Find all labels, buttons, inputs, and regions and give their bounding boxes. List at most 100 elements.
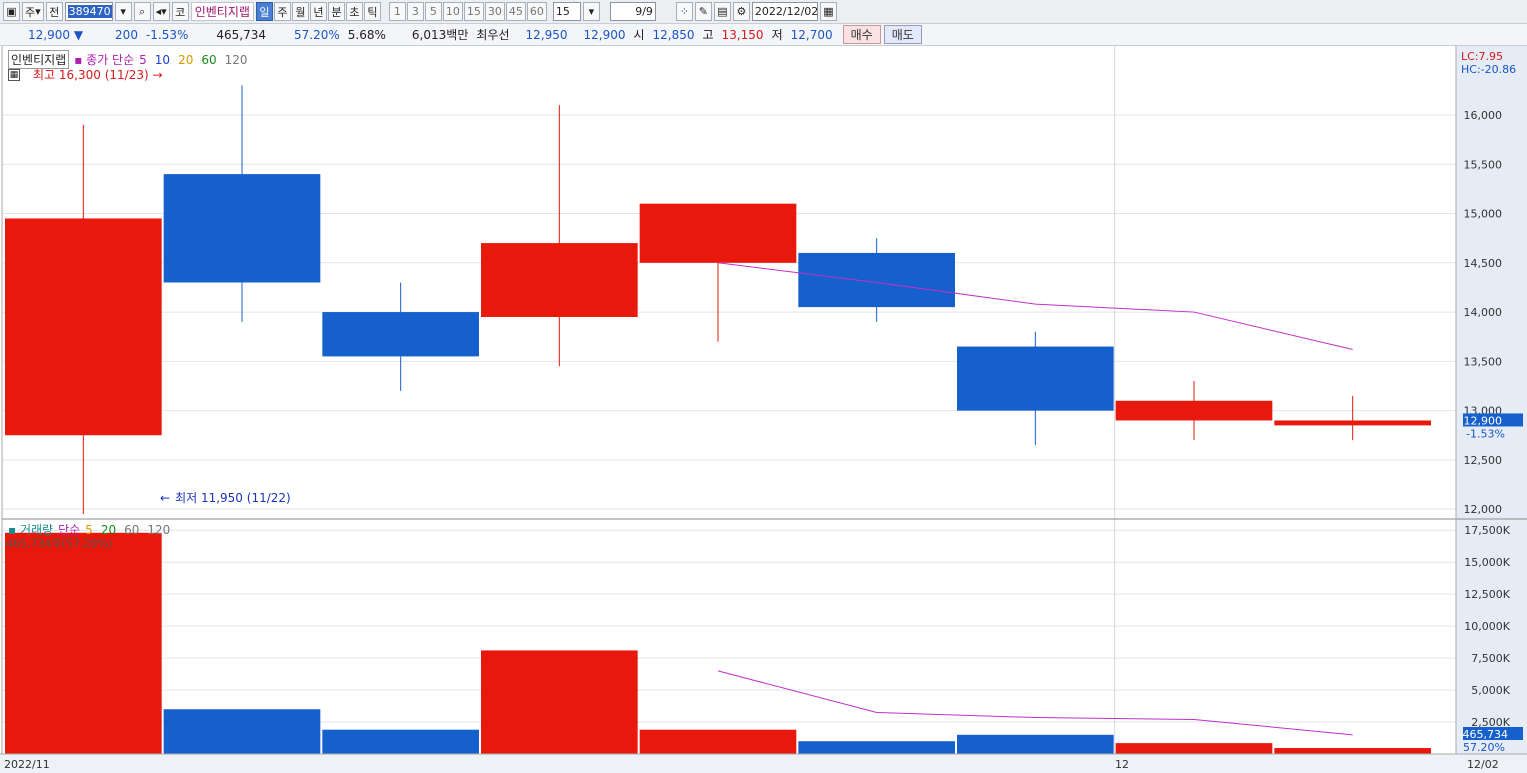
high-label: 고 — [702, 28, 714, 42]
unit-1[interactable]: 1 — [388, 2, 406, 21]
high-note: 최고 16,300 (11/23) → — [33, 68, 163, 82]
current-volume-label: 465,734 — [1463, 728, 1509, 741]
volume-bar — [639, 729, 797, 754]
gear-icon[interactable]: ⚙ — [732, 2, 750, 21]
vma-period-120[interactable]: 120 — [147, 523, 170, 537]
unit-45[interactable]: 45 — [505, 2, 526, 21]
candle-body — [322, 312, 479, 357]
chart-area[interactable]: 16,00015,50015,00014,50014,00013,50013,0… — [0, 46, 1527, 773]
table-icon[interactable]: ▦ — [8, 68, 20, 81]
price-tick-label: 13,500 — [1464, 355, 1503, 368]
minute-units: 1 3 5 10 15 30 45 60 — [388, 2, 547, 21]
stock-name: 인벤티지랩 — [190, 2, 254, 21]
code-dropdown-icon[interactable]: ▾ — [114, 2, 132, 21]
volume-ratio: 57.20% — [294, 27, 340, 42]
low-value: 12,700 — [790, 27, 833, 42]
vma-period-60[interactable]: 60 — [124, 523, 139, 537]
change-pct: -1.53% — [145, 27, 189, 42]
open-label: 시 — [633, 28, 645, 42]
current-price-label: 12,900 — [1464, 414, 1503, 427]
unit-dropdown-icon[interactable]: ▾ — [582, 2, 600, 21]
price-value: 12,900 — [28, 27, 70, 42]
search-icon[interactable]: ⌕ — [133, 2, 151, 21]
unit-10[interactable]: 10 — [442, 2, 463, 21]
unit-3[interactable]: 3 — [406, 2, 424, 21]
volume-bar — [5, 532, 162, 754]
code-input[interactable]: 389470 — [64, 2, 113, 21]
tab-1[interactable]: 주 — [273, 2, 291, 21]
pma-period-20[interactable]: 20 — [178, 53, 193, 67]
tab-6[interactable]: 틱 — [363, 2, 381, 21]
volume-tick-label: 7,500K — [1471, 652, 1510, 665]
crosshair-icon[interactable]: ⁘ — [675, 2, 693, 21]
volume-bar — [163, 709, 321, 754]
current-pct-label: -1.53% — [1466, 427, 1505, 440]
unit-value: 15 — [555, 5, 570, 18]
code-value: 389470 — [67, 5, 112, 18]
unit-30[interactable]: 30 — [484, 2, 505, 21]
high-value: 13,150 — [721, 27, 764, 42]
candle-body — [639, 203, 797, 263]
pma-period-10[interactable]: 10 — [155, 53, 170, 67]
candle-body — [5, 218, 162, 436]
tab-2[interactable]: 월 — [291, 2, 309, 21]
pma-period-60[interactable]: 60 — [201, 53, 216, 67]
chart-background — [0, 46, 1527, 773]
open-value: 12,850 — [652, 27, 695, 42]
lc-label: LC:7.95 — [1461, 50, 1503, 63]
buy-button[interactable]: 매수 — [842, 25, 881, 44]
chart-type-icon[interactable]: ▣ — [3, 2, 20, 21]
x-label-right: 12/02 — [1467, 758, 1499, 771]
pma-period-5[interactable]: 5 — [139, 53, 147, 67]
toolbar: ▣ 주 ▾ 전 389470 ▾ ⌕ ◂▾ 코 인벤티지랩 일주월년분초틱 135… — [0, 0, 1527, 24]
unit-60[interactable]: 60 — [526, 2, 547, 21]
period-select[interactable]: 주 ▾ — [22, 2, 44, 21]
page-value: 9/9 — [635, 5, 653, 18]
prev-button[interactable]: 전 — [45, 2, 63, 21]
page-indicator: 9/9 — [609, 2, 656, 21]
candle-body — [481, 243, 638, 317]
volume-tick-label: 15,000K — [1464, 556, 1510, 569]
price-tick-label: 15,500 — [1464, 158, 1503, 171]
tab-4[interactable]: 분 — [327, 2, 345, 21]
price-tick-label: 15,000 — [1464, 208, 1503, 221]
candle-body — [798, 252, 955, 308]
price-ma-periods: 5 10 20 60 120 — [139, 53, 247, 67]
draw-tool-icon[interactable]: ✎ — [694, 2, 712, 21]
high-note-row: ▦ 최고 16,300 (11/23) → — [8, 66, 163, 83]
market-label: 코 — [171, 2, 189, 21]
price-tick-label: 12,000 — [1464, 503, 1503, 516]
price-tick-label: 16,000 — [1464, 109, 1503, 122]
x-label-left: 2022/11 — [4, 758, 50, 771]
calendar-icon[interactable]: ▦ — [819, 2, 837, 21]
tab-0[interactable]: 일 — [255, 2, 273, 21]
volume-bar — [322, 729, 479, 754]
hc-label: HC:-20.86 — [1461, 63, 1516, 76]
best-ask: 12,950 — [525, 27, 568, 42]
speaker-icon[interactable]: ◂▾ — [152, 2, 170, 21]
sell-button[interactable]: 매도 — [883, 25, 922, 44]
x-label-mid: 12 — [1115, 758, 1129, 771]
change-value: 200 — [115, 27, 138, 42]
save-icon[interactable]: ▤ — [713, 2, 731, 21]
price-tick-label: 14,000 — [1464, 306, 1503, 319]
volume-note: 465,734주(57.20%) — [6, 537, 113, 550]
info-bar: 12,900 ▼ 200 -1.53% 465,734 57.20% 5.68%… — [0, 24, 1527, 46]
unit-15[interactable]: 15 — [463, 2, 484, 21]
price-ma-label-text: 종가 단순 — [86, 53, 135, 67]
pma-period-120[interactable]: 120 — [225, 53, 248, 67]
unit-5[interactable]: 5 — [424, 2, 442, 21]
low-note-text: 최저 11,950 (11/22) — [175, 491, 291, 505]
x-axis-background — [0, 754, 1527, 773]
period-label: 주 — [25, 5, 36, 19]
amount-value: 6,013백만 — [411, 28, 469, 42]
tab-5[interactable]: 초 — [345, 2, 363, 21]
unit-input[interactable]: 15 — [552, 2, 581, 21]
date-input[interactable]: 2022/12/02 — [751, 2, 819, 21]
tab-3[interactable]: 년 — [309, 2, 327, 21]
price-tick-label: 14,500 — [1464, 257, 1503, 270]
volume-bar — [1115, 743, 1273, 754]
candle-body — [163, 174, 321, 283]
low-label: 저 — [771, 28, 783, 42]
date-value: 2022/12/02 — [754, 5, 819, 18]
